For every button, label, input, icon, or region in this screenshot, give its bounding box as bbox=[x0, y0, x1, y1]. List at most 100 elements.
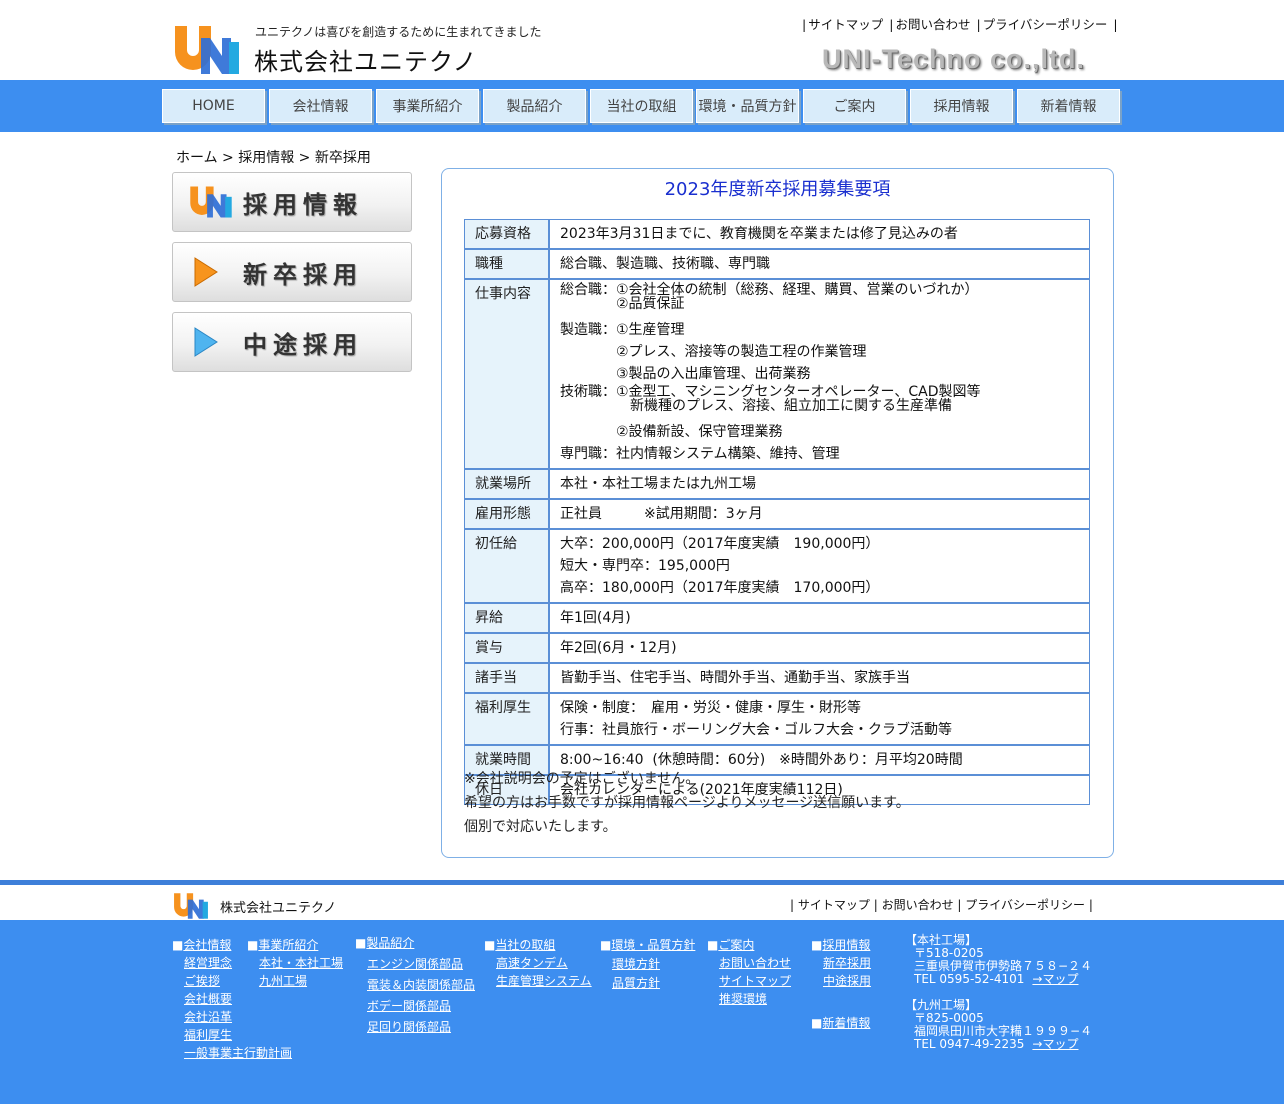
table-row: 就業場所 本社・本社工場または九州工場 bbox=[464, 469, 1090, 499]
row-key: 賞与 bbox=[464, 633, 549, 663]
value-line: 行事：社員旅行・ボーリング大会・ゴルフ大会・クラブ活動等 bbox=[560, 722, 952, 738]
sidebar-recruit-button[interactable]: 採用情報 bbox=[172, 172, 412, 232]
footer-link[interactable]: 九州工場 bbox=[259, 974, 307, 988]
footer-link[interactable]: ボデー関係部品 bbox=[367, 999, 451, 1013]
value-line: 保険・制度： 雇用・労災・健康・厚生・財形等 bbox=[560, 700, 861, 716]
row-value: 本社・本社工場または九州工場 bbox=[549, 469, 1090, 499]
footer-link[interactable]: 高速タンデム bbox=[496, 956, 568, 970]
footer-contact-link[interactable]: お問い合わせ bbox=[882, 898, 954, 912]
footer-link[interactable]: 電装＆内装関係部品 bbox=[367, 978, 475, 992]
value-line: ②設備新設、保守管理業務 bbox=[560, 424, 783, 440]
value-line: 2023年3月31日までに、教育機関を卒業または修了見込みの者 bbox=[560, 226, 958, 242]
footer-link[interactable]: 推奨環境 bbox=[719, 992, 767, 1006]
row-key: 仕事内容 bbox=[464, 279, 549, 469]
footer-col-offices: ■事業所紹介 本社・本社工場 九州工場 bbox=[247, 938, 344, 988]
footer-col-products: ■製品紹介 エンジン関係部品 電装＆内装関係部品 ボデー関係部品 足回り関係部品 bbox=[355, 936, 476, 1034]
nav-company[interactable]: 会社情報 bbox=[269, 89, 372, 123]
footer-link[interactable]: エンジン関係部品 bbox=[367, 957, 463, 971]
table-row: 応募資格 2023年3月31日までに、教育機関を卒業または修了見込みの者 bbox=[464, 219, 1090, 249]
footer-link[interactable]: 足回り関係部品 bbox=[367, 1020, 451, 1034]
tagline: ユニテクノは喜びを創造するために生まれてきました bbox=[255, 25, 542, 39]
footer-link[interactable]: ご案内 bbox=[718, 938, 754, 952]
row-value: 正社員 ※試用期間：3ヶ月 bbox=[549, 499, 1090, 529]
contact-link[interactable]: お問い合わせ bbox=[895, 17, 970, 32]
value-line: 技術職：①金型工、マシニングセンターオペレーター、CAD製図等 bbox=[560, 384, 981, 400]
uni-logo-icon[interactable] bbox=[173, 892, 209, 920]
value-line: 年1回(4月) bbox=[560, 610, 631, 626]
brand-logo-text: UNI-Techno co.,ltd. bbox=[822, 44, 1085, 74]
company-name: 株式会社ユニテクノ bbox=[254, 48, 478, 76]
footer-col-recruit: ■採用情報 新卒採用 中途採用 bbox=[811, 938, 872, 988]
footer-link[interactable]: 新卒採用 bbox=[823, 956, 871, 970]
footer-link[interactable]: 環境方針 bbox=[612, 957, 660, 971]
footer-link[interactable]: 新着情報 bbox=[822, 1016, 870, 1030]
value-line: ③製品の入出庫管理、出荷業務 bbox=[560, 366, 811, 382]
privacy-link[interactable]: プライバシーポリシー bbox=[983, 17, 1108, 32]
table-row: 雇用形態 正社員 ※試用期間：3ヶ月 bbox=[464, 499, 1090, 529]
footer-link[interactable]: お問い合わせ bbox=[719, 956, 791, 970]
footer-link[interactable]: 会社沿革 bbox=[184, 1010, 232, 1024]
value-line: 総合職：①会社全体の統制（総務、経理、購買、営業のいづれか） bbox=[560, 282, 979, 298]
footer-link[interactable]: サイトマップ bbox=[719, 974, 791, 988]
value-line: 皆勤手当、住宅手当、時間外手当、通勤手当、家族手当 bbox=[560, 670, 910, 686]
footer-link[interactable]: 採用情報 bbox=[822, 938, 870, 952]
content-title: 2023年度新卒採用募集要項 bbox=[664, 179, 891, 200]
notes: ※会社説明会の予定はございません。 希望の方はお手数ですが採用情報ページよりメッ… bbox=[464, 767, 910, 839]
table-row: 昇給 年1回(4月) bbox=[464, 603, 1090, 633]
nav-offices[interactable]: 事業所紹介 bbox=[376, 89, 479, 123]
footer-bar: 株式会社ユニテクノ | サイトマップ | お問い合わせ | プライバシーポリシー… bbox=[0, 880, 1284, 925]
footer-link[interactable]: 環境・品質方針 bbox=[611, 938, 695, 952]
footer-privacy-link[interactable]: プライバシーポリシー bbox=[965, 898, 1085, 912]
value-line: 高卒：180,000円（2017年度実績 170,000円） bbox=[560, 580, 880, 596]
sidebar-new-grad-label: 新卒採用 bbox=[243, 260, 363, 289]
nav-products[interactable]: 製品紹介 bbox=[483, 89, 586, 123]
row-value: 年2回(6月・12月) bbox=[549, 633, 1090, 663]
requirements-table: 応募資格 2023年3月31日までに、教育機関を卒業または修了見込みの者 職種 … bbox=[464, 219, 1090, 805]
footer-link[interactable]: 会社情報 bbox=[183, 938, 231, 952]
nav-home[interactable]: HOME bbox=[162, 89, 265, 123]
footer-link[interactable]: 福利厚生 bbox=[184, 1028, 232, 1042]
breadcrumb: ホーム > 採用情報 > 新卒採用 bbox=[176, 150, 371, 166]
footer-col-news: ■新着情報 bbox=[811, 1016, 871, 1030]
row-value: 保険・制度： 雇用・労災・健康・厚生・財形等 行事：社員旅行・ボーリング大会・ゴ… bbox=[549, 693, 1090, 745]
table-row: 賞与 年2回(6月・12月) bbox=[464, 633, 1090, 663]
honsha-tel: TEL 0595-52-4101 bbox=[914, 972, 1025, 986]
footer-link[interactable]: 中途採用 bbox=[823, 974, 871, 988]
value-line: 総合職、製造職、技術職、専門職 bbox=[560, 256, 770, 272]
footer-link[interactable]: 一般事業主行動計画 bbox=[184, 1046, 292, 1060]
value-line: 新機種のプレス、溶接、組立加工に関する生産準備 bbox=[560, 398, 952, 414]
footer-col-initiatives: ■当社の取組 高速タンデム 生産管理システム bbox=[484, 938, 592, 988]
footer-link[interactable]: 経営理念 bbox=[184, 956, 232, 970]
footer-link[interactable]: 事業所紹介 bbox=[258, 938, 318, 952]
uni-logo-icon[interactable] bbox=[173, 24, 241, 76]
sitemap-link[interactable]: サイトマップ bbox=[808, 17, 883, 32]
site-header: ユニテクノは喜びを創造するために生まれてきました 株式会社ユニテクノ | サイトマ… bbox=[0, 0, 1284, 81]
footer-link[interactable]: 製品紹介 bbox=[366, 936, 414, 950]
kyushu-map-link[interactable]: →マップ bbox=[1032, 1037, 1078, 1051]
nav-initiatives[interactable]: 当社の取組 bbox=[590, 89, 693, 123]
footer-link[interactable]: 当社の取組 bbox=[495, 938, 555, 952]
row-key: 職種 bbox=[464, 249, 549, 279]
footer-link[interactable]: 生産管理システム bbox=[496, 974, 592, 988]
footer-link[interactable]: ご挨拶 bbox=[184, 974, 220, 988]
table-row: 仕事内容 総合職：①会社全体の統制（総務、経理、購買、営業のいづれか） ②品質保… bbox=[464, 279, 1090, 469]
footer-sitemap-link[interactable]: サイトマップ bbox=[798, 898, 870, 912]
row-value: 皆勤手当、住宅手当、時間外手当、通勤手当、家族手当 bbox=[549, 663, 1090, 693]
nav-news[interactable]: 新着情報 bbox=[1017, 89, 1120, 123]
nav-policy[interactable]: 環境・品質方針 bbox=[696, 89, 799, 123]
row-key: 昇給 bbox=[464, 603, 549, 633]
honsha-map-link[interactable]: →マップ bbox=[1032, 972, 1078, 986]
nav-recruit[interactable]: 採用情報 bbox=[910, 89, 1013, 123]
sidebar-mid-career-button[interactable]: 中途採用 bbox=[172, 312, 412, 372]
value-line: ②品質保証 bbox=[560, 296, 685, 312]
nav-guide[interactable]: ご案内 bbox=[803, 89, 906, 123]
footer-link[interactable]: 会社概要 bbox=[184, 992, 232, 1006]
value-line: 大卒：200,000円（2017年度実績 190,000円） bbox=[560, 536, 880, 552]
footer-link[interactable]: 品質方針 bbox=[612, 976, 660, 990]
factory-addresses: 【本社工場】 〒518-0205 三重県伊賀市伊勢路７５８−２４ TEL 059… bbox=[905, 934, 1092, 1051]
value-line: 製造職：①生産管理 bbox=[560, 322, 685, 338]
blue-play-icon bbox=[194, 327, 218, 357]
sidebar-new-grad-button[interactable]: 新卒採用 bbox=[172, 242, 412, 302]
footer-link[interactable]: 本社・本社工場 bbox=[259, 956, 343, 970]
value-line: 本社・本社工場または九州工場 bbox=[560, 476, 756, 492]
